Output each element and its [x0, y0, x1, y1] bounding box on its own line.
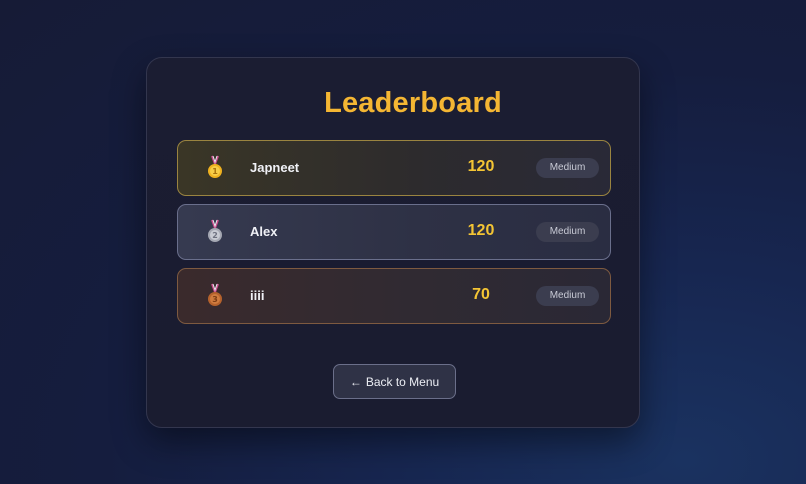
player-score: 120	[467, 222, 495, 239]
back-button-label: Back to Menu	[365, 374, 440, 389]
player-score: 70	[472, 286, 490, 303]
arrow-left-icon: ←	[349, 374, 362, 389]
player-score: 120	[467, 158, 495, 175]
svg-text:2: 2	[212, 231, 218, 240]
svg-text:1: 1	[212, 167, 218, 176]
leaderboard-row: 2 Alex 120 Medium	[177, 204, 611, 260]
bronze-medal-icon: 3	[206, 283, 224, 309]
leaderboard-row: 3 iiii 70 Medium	[177, 268, 611, 324]
silver-medal-icon: 2	[206, 219, 224, 245]
back-to-menu-button[interactable]: ← Back to Menu	[333, 364, 456, 399]
svg-text:3: 3	[212, 295, 218, 304]
gold-medal-icon: 1	[206, 155, 224, 181]
leaderboard-row: 1 Japneet 120 Medium	[177, 140, 611, 196]
player-name: iiii	[250, 288, 265, 303]
leaderboard-card: Leaderboard 1 Japneet 120 Medium 2 Alex …	[146, 57, 640, 428]
difficulty-badge: Medium	[536, 222, 599, 242]
player-name: Alex	[250, 224, 278, 239]
difficulty-badge: Medium	[536, 286, 599, 306]
difficulty-badge: Medium	[536, 158, 599, 178]
page-title: Leaderboard	[324, 87, 502, 119]
player-name: Japneet	[250, 160, 300, 175]
